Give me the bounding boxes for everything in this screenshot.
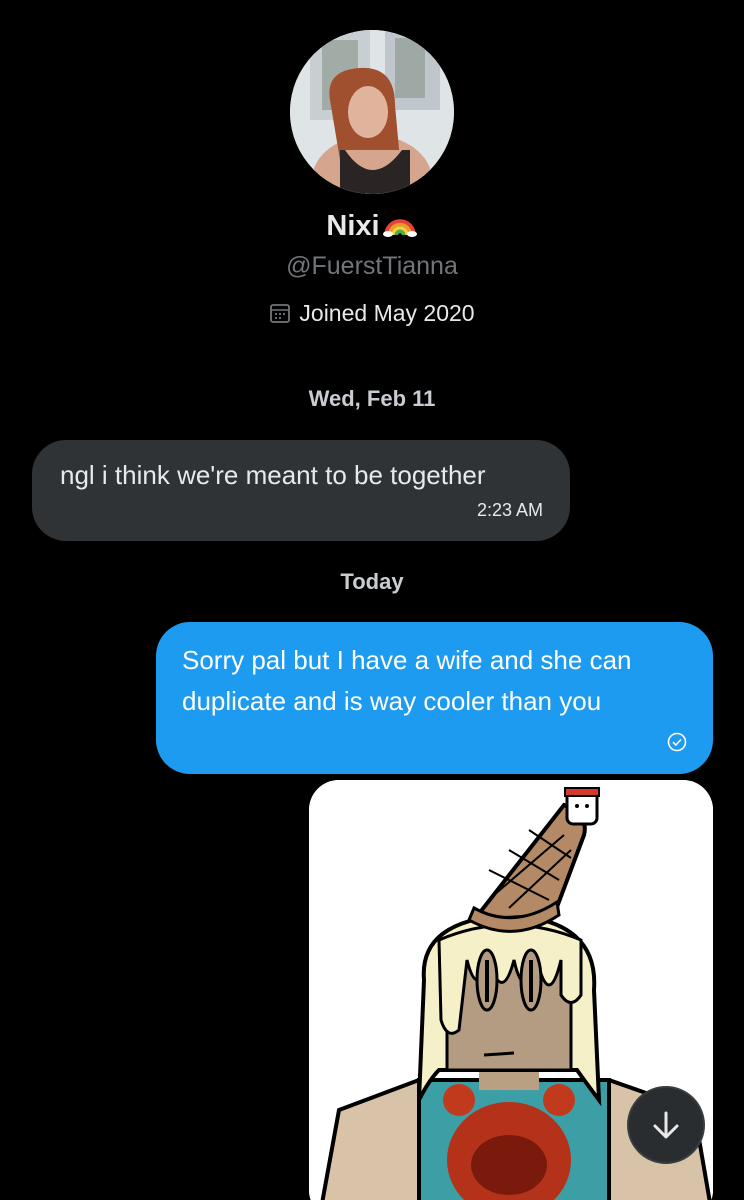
arrow-down-icon — [653, 1111, 679, 1139]
calendar-icon — [270, 304, 291, 323]
avatar-photo — [290, 30, 454, 194]
display-name-text: Nixi — [326, 210, 380, 242]
date-separator: Wed, Feb 11 — [308, 386, 436, 411]
profile-handle[interactable]: @FuerstTianna — [0, 252, 744, 281]
profile-avatar[interactable] — [290, 30, 454, 194]
outgoing-message-bubble[interactable]: Sorry pal but I have a wife and she can … — [156, 622, 713, 774]
check-circle-icon — [667, 732, 687, 752]
date-separator-today: Today — [340, 569, 404, 594]
joined-text: Joined May 2020 — [299, 300, 475, 326]
rainbow-emoji-icon — [382, 219, 417, 237]
profile-display-name: Nixi — [0, 210, 744, 243]
joined-date: Joined May 2020 — [0, 300, 744, 327]
incoming-message-text: ngl i think we're meant to be together — [60, 460, 486, 490]
outgoing-message-text: Sorry pal but I have a wife and she can … — [182, 645, 632, 716]
scroll-to-bottom-button[interactable] — [627, 1086, 705, 1164]
dm-conversation-screen: Nixi @FuerstTianna Joined May 2020 Wed, … — [0, 0, 744, 1200]
incoming-message-bubble[interactable]: ngl i think we're meant to be together 2… — [32, 440, 570, 541]
incoming-message-time: 2:23 AM — [476, 500, 543, 520]
